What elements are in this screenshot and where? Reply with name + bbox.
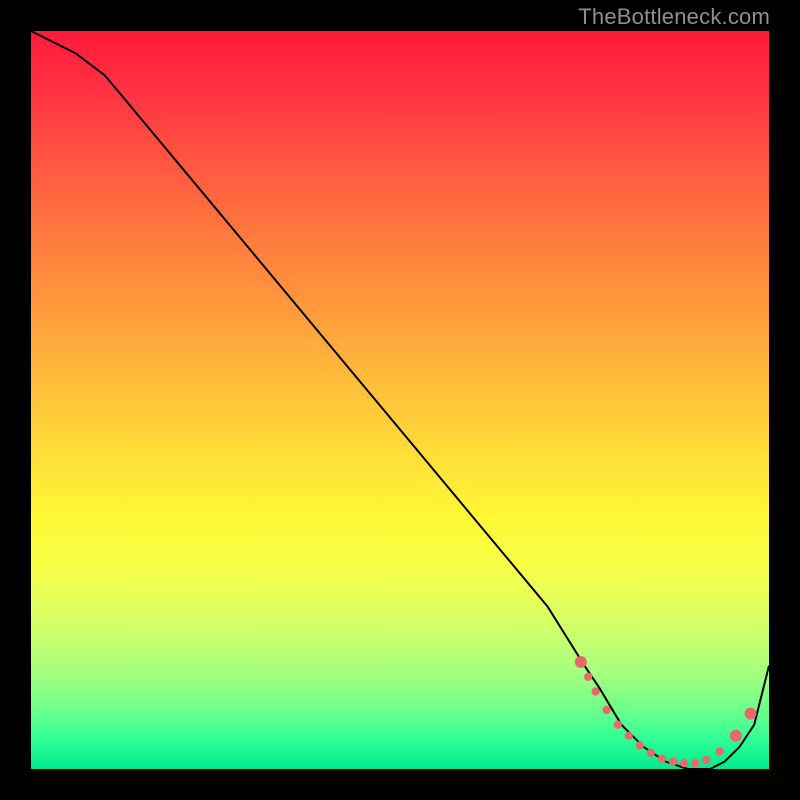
trough-marker <box>669 757 677 765</box>
trough-marker <box>658 755 666 763</box>
trough-marker <box>614 721 622 729</box>
trough-marker <box>680 759 688 767</box>
trough-marker <box>730 730 742 742</box>
trough-marker <box>691 759 699 767</box>
trough-marker <box>636 741 644 749</box>
trough-marker <box>647 749 655 757</box>
trough-marker <box>745 708 757 720</box>
curve-layer <box>31 31 769 769</box>
trough-marker <box>715 747 723 755</box>
watermark-text: TheBottleneck.com <box>578 4 770 30</box>
trough-marker <box>591 687 599 695</box>
trough-marker <box>602 706 610 714</box>
trough-marker <box>575 656 587 668</box>
trough-marker <box>584 673 592 681</box>
trough-marker <box>702 756 710 764</box>
chart-stage: TheBottleneck.com <box>0 0 800 800</box>
bottleneck-curve-path <box>31 31 769 769</box>
trough-marker <box>625 732 633 740</box>
heat-plot <box>31 31 769 769</box>
